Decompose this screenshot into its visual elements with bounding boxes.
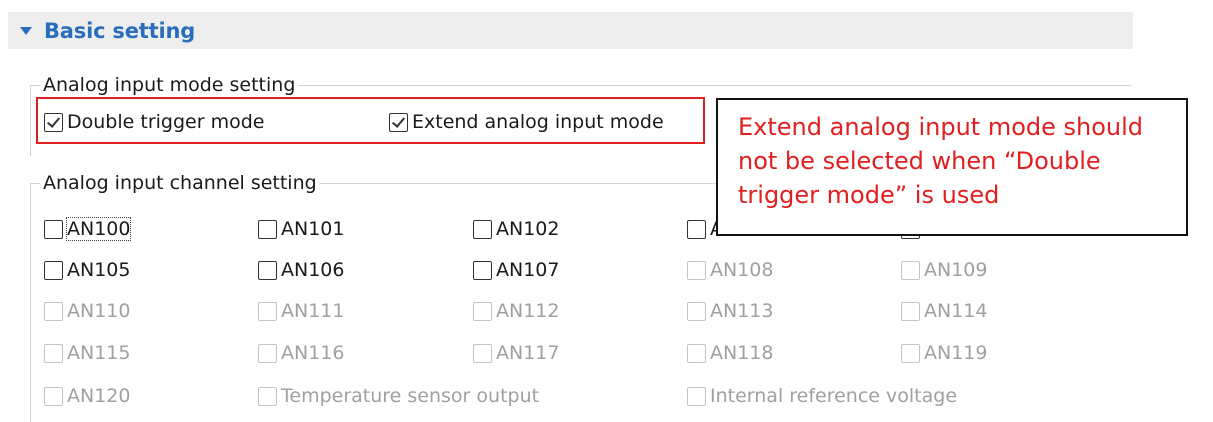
checkbox-icon[interactable] bbox=[258, 260, 277, 280]
checkbox-icon[interactable] bbox=[258, 219, 277, 239]
channel-label: AN111 bbox=[281, 300, 345, 322]
checkbox-icon[interactable] bbox=[473, 219, 492, 239]
settings-panel: Basic setting Analog input mode setting … bbox=[0, 0, 1213, 422]
checkbox-icon bbox=[901, 343, 920, 363]
checkbox-icon[interactable] bbox=[44, 219, 63, 239]
channel-label: AN120 bbox=[67, 385, 131, 407]
channel-label: AN118 bbox=[710, 342, 774, 364]
internal-ref-checkbox: Internal reference voltage bbox=[687, 382, 957, 410]
channel-checkbox-an108: AN108 bbox=[687, 256, 773, 284]
checkbox-icon bbox=[687, 260, 706, 280]
channel-checkbox-an114: AN114 bbox=[901, 297, 987, 325]
channel-label: AN105 bbox=[67, 259, 131, 281]
channel-label: AN119 bbox=[924, 342, 988, 364]
channel-checkbox-an102[interactable]: AN102 bbox=[473, 215, 559, 243]
channel-label: AN101 bbox=[281, 218, 345, 240]
checkbox-icon bbox=[473, 301, 492, 321]
channel-group-title: Analog input channel setting bbox=[40, 172, 320, 194]
internal-ref-label: Internal reference voltage bbox=[710, 385, 958, 407]
channel-checkbox-an105[interactable]: AN105 bbox=[44, 256, 130, 284]
checkbox-icon bbox=[44, 343, 63, 363]
checkbox-icon[interactable] bbox=[687, 219, 706, 239]
checkbox-icon[interactable] bbox=[44, 260, 63, 280]
channel-label: AN114 bbox=[924, 300, 988, 322]
channel-label: AN109 bbox=[924, 259, 988, 281]
checkbox-icon bbox=[258, 301, 277, 321]
checkbox-icon[interactable] bbox=[473, 260, 492, 280]
section-title: Basic setting bbox=[44, 18, 196, 43]
channel-label: AN112 bbox=[496, 300, 560, 322]
checkbox-icon bbox=[687, 301, 706, 321]
channel-checkbox-an106[interactable]: AN106 bbox=[258, 256, 344, 284]
channel-checkbox-an107[interactable]: AN107 bbox=[473, 256, 559, 284]
mode-group-title: Analog input mode setting bbox=[40, 74, 299, 96]
channel-label: AN117 bbox=[496, 342, 560, 364]
highlight-box bbox=[36, 97, 705, 144]
channel-checkbox-an113: AN113 bbox=[687, 297, 773, 325]
checkbox-icon bbox=[473, 343, 492, 363]
channel-checkbox-an118: AN118 bbox=[687, 339, 773, 367]
temp-sensor-label: Temperature sensor output bbox=[281, 385, 540, 407]
channel-checkbox-an112: AN112 bbox=[473, 297, 559, 325]
channel-label: AN110 bbox=[67, 300, 131, 322]
channel-checkbox-an119: AN119 bbox=[901, 339, 987, 367]
channel-checkbox-an111: AN111 bbox=[258, 297, 344, 325]
checkbox-icon bbox=[44, 386, 63, 406]
channel-label: AN116 bbox=[281, 342, 345, 364]
callout-note: Extend analog input mode should not be s… bbox=[716, 98, 1188, 236]
temp-sensor-checkbox: Temperature sensor output bbox=[258, 382, 539, 410]
channel-label: AN108 bbox=[710, 259, 774, 281]
checkbox-icon bbox=[687, 343, 706, 363]
channel-checkbox-an115: AN115 bbox=[44, 339, 130, 367]
checkbox-icon bbox=[44, 301, 63, 321]
collapse-arrow-icon[interactable] bbox=[20, 26, 32, 35]
checkbox-icon bbox=[687, 386, 706, 406]
channel-checkbox-an109: AN109 bbox=[901, 256, 987, 284]
channel-checkbox-an116: AN116 bbox=[258, 339, 344, 367]
channel-checkbox-an101[interactable]: AN101 bbox=[258, 215, 344, 243]
channel-checkbox-an100[interactable]: AN100 bbox=[44, 215, 132, 243]
channel-label: AN113 bbox=[710, 300, 774, 322]
channel-checkbox-an120: AN120 bbox=[44, 382, 130, 410]
checkbox-icon bbox=[258, 386, 277, 406]
channel-checkbox-an110: AN110 bbox=[44, 297, 130, 325]
channel-label: AN107 bbox=[496, 259, 560, 281]
checkbox-icon bbox=[901, 260, 920, 280]
channel-label: AN102 bbox=[496, 218, 560, 240]
basic-setting-header[interactable]: Basic setting bbox=[8, 12, 1133, 49]
channel-label: AN100 bbox=[65, 217, 132, 241]
channel-label: AN115 bbox=[67, 342, 131, 364]
channel-checkbox-an117: AN117 bbox=[473, 339, 559, 367]
checkbox-icon bbox=[901, 301, 920, 321]
channel-label: AN106 bbox=[281, 259, 345, 281]
checkbox-icon bbox=[258, 343, 277, 363]
